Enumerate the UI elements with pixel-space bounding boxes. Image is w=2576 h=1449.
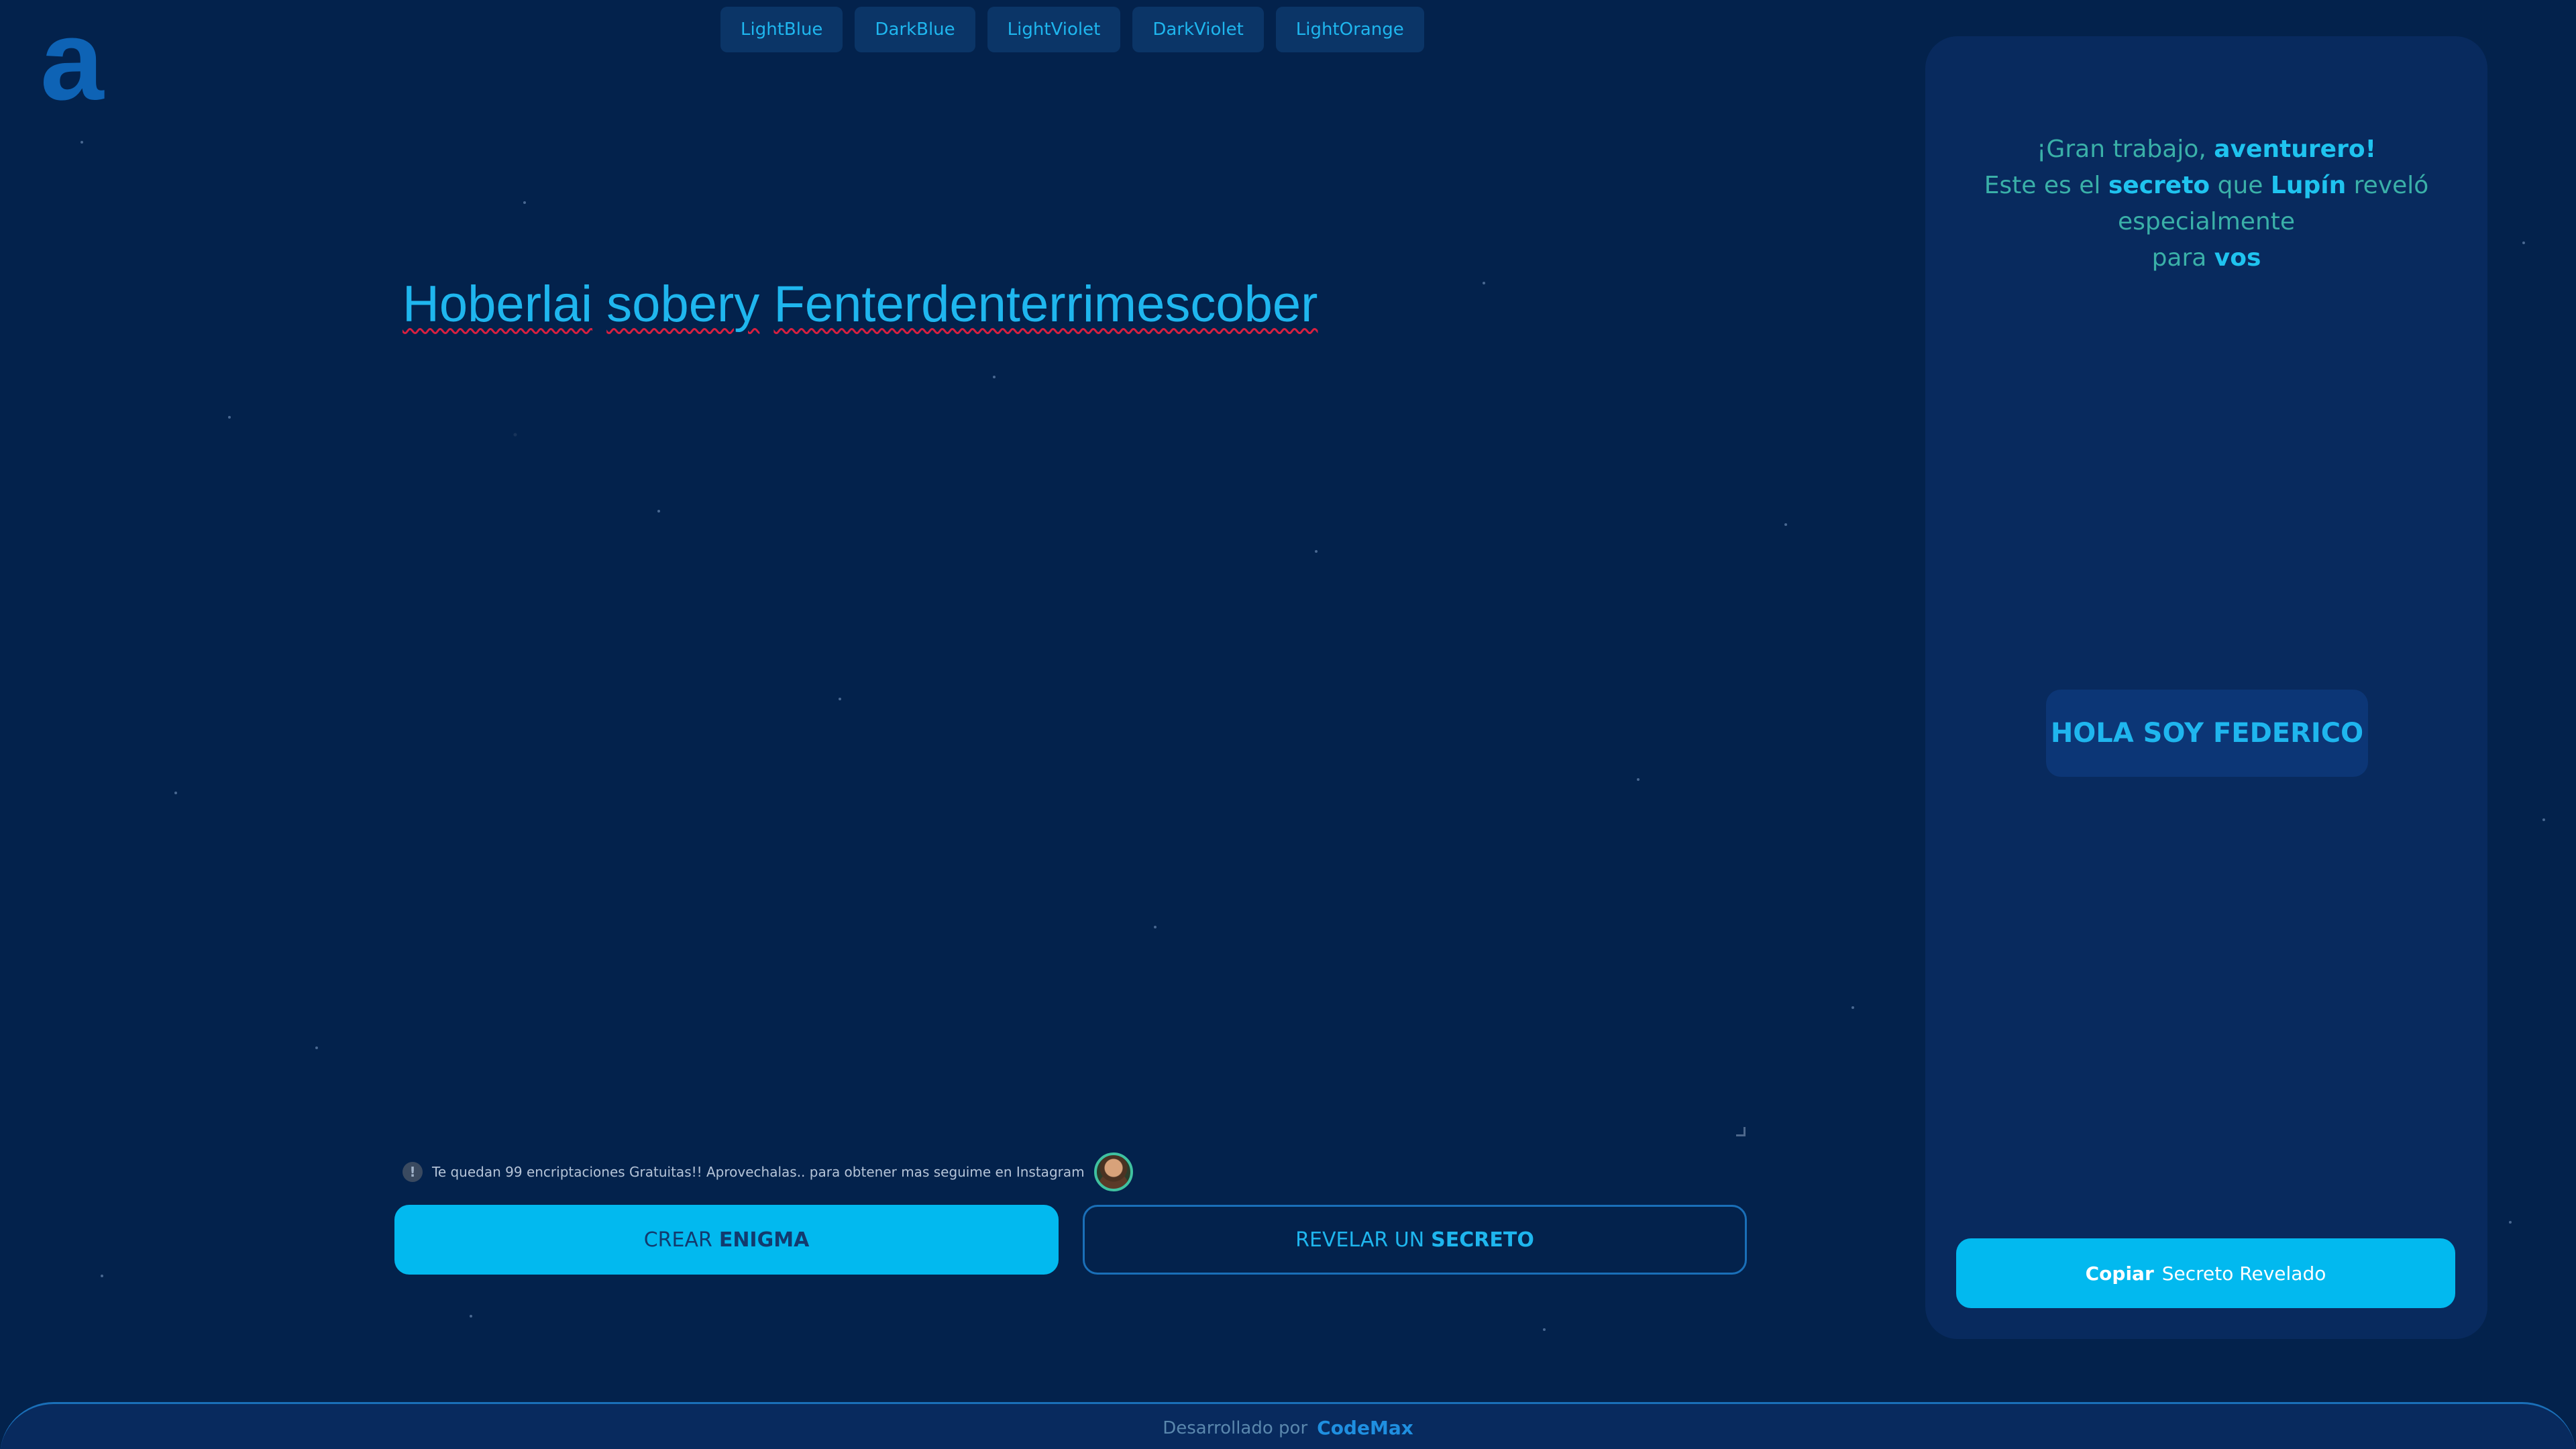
panel-highlight: vos <box>2214 244 2261 272</box>
theme-button-lightviolet[interactable]: LightViolet <box>987 7 1121 52</box>
copy-button-strong: Copiar <box>2085 1262 2154 1285</box>
theme-button-lightorange[interactable]: LightOrange <box>1275 7 1424 52</box>
textarea-word: Fenterdenterrimescober <box>773 276 1318 333</box>
panel-line-3: especialmente <box>1925 204 2487 240</box>
panel-line-4: para vos <box>1925 240 2487 276</box>
textarea-content: Hoberlai sobery Fenterdenterrimescober <box>394 255 1748 354</box>
create-button-prefix: CREAR <box>643 1228 712 1252</box>
notice-text: Te quedan 99 encriptaciones Gratuitas!! … <box>432 1164 1085 1180</box>
panel-text: Este es el <box>1984 172 2101 199</box>
free-quota-notice: ! Te quedan 99 encriptaciones Gratuitas!… <box>402 1152 1133 1191</box>
panel-message: ¡Gran trabajo, aventurero! Este es el se… <box>1925 131 2487 276</box>
create-enigma-button[interactable]: CREAR ENIGMA <box>394 1205 1059 1275</box>
panel-text: que <box>2217 172 2263 199</box>
copy-button-rest: Secreto Revelado <box>2161 1262 2326 1285</box>
textarea-word: Hoberlai <box>402 276 593 333</box>
page-footer: Desarrollado por CodeMax <box>0 1402 2576 1449</box>
footer-brand-link[interactable]: CodeMax <box>1317 1415 1413 1449</box>
message-textarea[interactable]: Hoberlai sobery Fenterdenterrimescober <box>394 255 1748 1139</box>
reveal-button-strong: SECRETO <box>1431 1228 1534 1252</box>
panel-highlight: secreto <box>2108 172 2210 199</box>
app-root: a LightBlue DarkBlue LightViolet DarkVio… <box>0 0 2576 1449</box>
panel-text: para <box>2151 244 2207 272</box>
create-button-strong: ENIGMA <box>718 1228 810 1252</box>
theme-button-lightblue[interactable]: LightBlue <box>720 7 843 52</box>
info-icon: ! <box>402 1162 423 1182</box>
panel-highlight: aventurero! <box>2214 136 2376 163</box>
resize-handle[interactable] <box>1736 1127 1746 1136</box>
panel-text: especialmente <box>2117 208 2296 235</box>
panel-text: ¡Gran trabajo, <box>2037 136 2206 163</box>
reveal-button-prefix: REVELAR UN <box>1295 1228 1425 1252</box>
theme-button-darkblue[interactable]: DarkBlue <box>855 7 975 52</box>
copy-secret-button[interactable]: Copiar Secreto Revelado <box>1956 1238 2455 1308</box>
instagram-avatar[interactable] <box>1093 1152 1133 1191</box>
theme-switcher: LightBlue DarkBlue LightViolet DarkViole… <box>720 7 1424 52</box>
result-panel: ¡Gran trabajo, aventurero! Este es el se… <box>1925 36 2487 1339</box>
reveal-secret-button[interactable]: REVELAR UN SECRETO <box>1083 1205 1747 1275</box>
panel-highlight: Lupín <box>2270 172 2347 199</box>
textarea-word: sobery <box>606 276 760 333</box>
app-logo: a <box>40 0 104 124</box>
revealed-secret: HOLA SOY FEDERICO <box>2046 690 2368 777</box>
theme-button-darkviolet[interactable]: DarkViolet <box>1132 7 1264 52</box>
panel-text: reveló <box>2353 172 2429 199</box>
panel-line-2: Este es el secreto que Lupín reveló <box>1925 168 2487 204</box>
footer-label: Desarrollado por <box>1163 1418 1308 1438</box>
panel-line-1: ¡Gran trabajo, aventurero! <box>1925 131 2487 168</box>
